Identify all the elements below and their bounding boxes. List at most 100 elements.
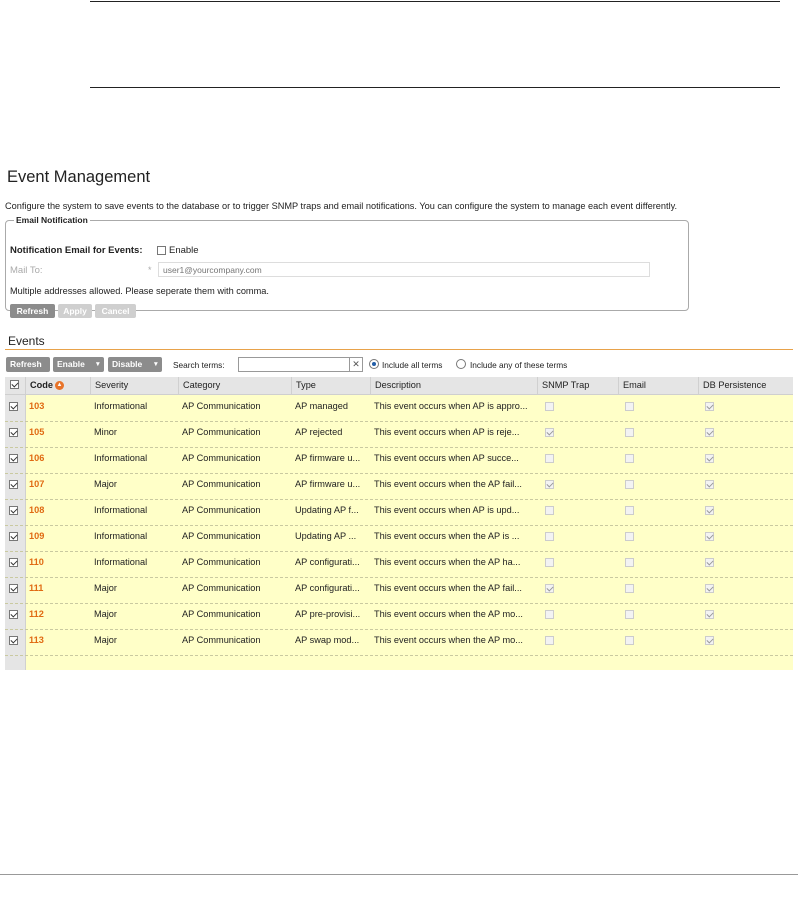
email-apply-button[interactable]: Apply: [58, 304, 92, 318]
db-persistence-checkbox[interactable]: [705, 610, 714, 619]
cell-severity: Minor: [94, 427, 117, 437]
email-checkbox[interactable]: [625, 584, 634, 593]
search-input[interactable]: [238, 357, 350, 372]
snmp-trap-checkbox[interactable]: [545, 454, 554, 463]
mail-to-input[interactable]: [158, 262, 650, 277]
table-row[interactable]: 111 Major AP Communication AP configurati..…: [5, 577, 793, 604]
email-refresh-button[interactable]: Refresh: [10, 304, 55, 318]
snmp-trap-checkbox[interactable]: [545, 506, 554, 515]
table-row[interactable]: 107 Major AP Communication AP firmware u...…: [5, 473, 793, 500]
cell-category: AP Communication: [182, 635, 261, 645]
row-select-checkbox[interactable]: [9, 480, 18, 489]
select-all-checkbox[interactable]: [10, 380, 19, 390]
table-row[interactable]: 108 Informational AP Communication Updating…: [5, 499, 793, 526]
select-all-cell[interactable]: [5, 377, 25, 394]
email-checkbox[interactable]: [625, 428, 634, 437]
table-row[interactable]: 106 Informational AP Communication AP firmw…: [5, 447, 793, 474]
email-checkbox[interactable]: [625, 636, 634, 645]
cell-type: AP firmware u...: [295, 453, 361, 463]
cell-type: AP configurati...: [295, 583, 360, 593]
row-select-checkbox[interactable]: [9, 506, 18, 515]
row-select-checkbox[interactable]: [9, 402, 18, 411]
enable-notification-toggle[interactable]: Enable: [157, 245, 199, 256]
table-row[interactable]: 103 Informational AP Communication AP manag…: [5, 395, 793, 422]
snmp-trap-checkbox[interactable]: [545, 558, 554, 567]
column-header-code[interactable]: Code ▲: [25, 377, 90, 394]
column-header-db-persistence[interactable]: DB Persistence: [698, 377, 793, 394]
cell-severity: Major: [94, 609, 117, 619]
cell-severity: Informational: [94, 453, 148, 463]
row-select-checkbox[interactable]: [9, 558, 18, 567]
cell-description: This event occurs when the AP fail...: [374, 479, 522, 489]
enable-label: Enable: [169, 245, 199, 256]
multiple-addresses-note: Multiple addresses allowed. Please seper…: [10, 286, 269, 296]
include-all-terms-radio[interactable]: [369, 359, 379, 369]
enable-dropdown-label: Enable: [57, 359, 85, 369]
row-select-checkbox[interactable]: [9, 610, 18, 619]
top-rule-1: [90, 1, 780, 2]
table-row[interactable]: 112 Major AP Communication AP pre-provisi..…: [5, 603, 793, 630]
include-any-terms-radio[interactable]: [456, 359, 466, 369]
table-row[interactable]: 110 Informational AP Communication AP confi…: [5, 551, 793, 578]
column-header-type[interactable]: Type: [291, 377, 370, 394]
cell-description: This event occurs when AP is appro...: [374, 401, 528, 411]
include-any-terms-label: Include any of these terms: [470, 360, 568, 370]
table-row[interactable]: 113 Major AP Communication AP swap mod... Th…: [5, 629, 793, 656]
cell-severity: Major: [94, 479, 117, 489]
db-persistence-checkbox[interactable]: [705, 636, 714, 645]
email-checkbox[interactable]: [625, 506, 634, 515]
snmp-trap-checkbox[interactable]: [545, 532, 554, 541]
column-header-description[interactable]: Description: [370, 377, 537, 394]
mail-to-label: Mail To:: [10, 265, 43, 276]
snmp-trap-checkbox[interactable]: [545, 610, 554, 619]
column-header-category[interactable]: Category: [178, 377, 291, 394]
cell-severity: Informational: [94, 505, 148, 515]
row-select-checkbox[interactable]: [9, 454, 18, 463]
column-header-email[interactable]: Email: [618, 377, 698, 394]
events-title: Events: [8, 334, 45, 348]
page-title: Event Management: [7, 168, 151, 186]
snmp-trap-checkbox[interactable]: [545, 584, 554, 593]
enable-checkbox[interactable]: [157, 245, 166, 255]
db-persistence-checkbox[interactable]: [705, 454, 714, 463]
email-checkbox[interactable]: [625, 402, 634, 411]
chevron-down-icon: ▼: [94, 361, 101, 368]
email-checkbox[interactable]: [625, 610, 634, 619]
table-row[interactable]: 105 Minor AP Communication AP rejected This …: [5, 421, 793, 448]
enable-dropdown-button[interactable]: Enable ▼: [53, 357, 104, 372]
db-persistence-checkbox[interactable]: [705, 506, 714, 515]
column-header-snmp-trap[interactable]: SNMP Trap: [537, 377, 618, 394]
row-select-checkbox[interactable]: [9, 532, 18, 541]
snmp-trap-checkbox[interactable]: [545, 480, 554, 489]
clear-search-icon[interactable]: ✕: [350, 357, 363, 372]
db-persistence-checkbox[interactable]: [705, 480, 714, 489]
db-persistence-checkbox[interactable]: [705, 532, 714, 541]
db-persistence-checkbox[interactable]: [705, 402, 714, 411]
db-persistence-checkbox[interactable]: [705, 428, 714, 437]
cell-code: 109: [29, 531, 45, 541]
row-select-checkbox[interactable]: [9, 584, 18, 593]
db-persistence-checkbox[interactable]: [705, 584, 714, 593]
chevron-down-icon: ▼: [152, 361, 159, 368]
row-select-checkbox[interactable]: [9, 428, 18, 437]
snmp-trap-checkbox[interactable]: [545, 428, 554, 437]
db-persistence-checkbox[interactable]: [705, 558, 714, 567]
email-cancel-button[interactable]: Cancel: [95, 304, 136, 318]
column-header-severity[interactable]: Severity: [90, 377, 178, 394]
events-refresh-button[interactable]: Refresh: [6, 357, 50, 372]
disable-dropdown-button[interactable]: Disable ▼: [108, 357, 162, 372]
include-all-terms-label: Include all terms: [382, 360, 443, 370]
email-checkbox[interactable]: [625, 558, 634, 567]
cell-category: AP Communication: [182, 583, 261, 593]
email-checkbox[interactable]: [625, 454, 634, 463]
email-checkbox[interactable]: [625, 532, 634, 541]
table-row[interactable]: 109 Informational AP Communication Updating…: [5, 525, 793, 552]
snmp-trap-checkbox[interactable]: [545, 636, 554, 645]
cell-code: 112: [29, 609, 44, 619]
snmp-trap-checkbox[interactable]: [545, 402, 554, 411]
cell-category: AP Communication: [182, 609, 261, 619]
row-select-checkbox[interactable]: [9, 636, 18, 645]
cell-category: AP Communication: [182, 427, 261, 437]
cell-severity: Informational: [94, 557, 148, 567]
email-checkbox[interactable]: [625, 480, 634, 489]
